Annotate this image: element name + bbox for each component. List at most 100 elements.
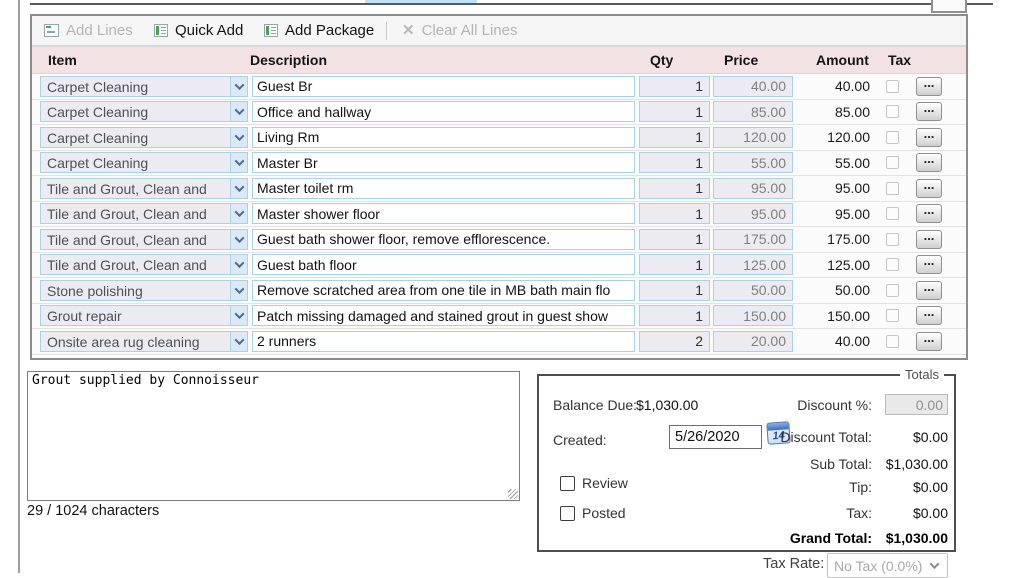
tax-checkbox[interactable] (886, 284, 899, 297)
price-input[interactable] (713, 127, 793, 148)
description-input[interactable] (252, 305, 635, 326)
price-input[interactable] (713, 203, 793, 224)
discount-total-value: $0.00 (872, 429, 948, 445)
row-options-button[interactable]: ... (916, 255, 942, 274)
item-dropdown-value: Onsite area rug cleaning (41, 332, 230, 351)
table-row: Onsite area rug cleaning 40.00 ... (32, 329, 966, 355)
tax-checkbox[interactable] (886, 80, 899, 93)
description-input[interactable] (252, 152, 635, 173)
discount-total-label: Discount Total: (712, 429, 872, 445)
description-input[interactable] (252, 229, 635, 250)
description-input[interactable] (252, 76, 635, 97)
tax-checkbox[interactable] (886, 131, 899, 144)
tax-checkbox[interactable] (886, 309, 899, 322)
add-package-button[interactable]: Add Package (264, 16, 374, 45)
qty-input[interactable] (639, 305, 710, 326)
qty-input[interactable] (639, 254, 710, 275)
table-row: Tile and Grout, Clean and 125.00 ... (32, 253, 966, 279)
chevron-down-icon (230, 230, 247, 249)
invoice-line-items-screen: Add Lines Quick Add Add Package ✕ Clear … (0, 0, 1032, 573)
tax-checkbox[interactable] (886, 258, 899, 271)
row-options-button[interactable]: ... (916, 77, 942, 96)
header-price: Price (724, 52, 758, 68)
item-dropdown[interactable]: Tile and Grout, Clean and (40, 203, 248, 224)
notes-textarea[interactable]: Grout supplied by Connoisseur (27, 371, 520, 501)
tax-checkbox[interactable] (886, 105, 899, 118)
price-input[interactable] (713, 178, 793, 199)
row-options-button[interactable]: ... (916, 204, 942, 223)
description-input[interactable] (252, 254, 635, 275)
item-dropdown[interactable]: Tile and Grout, Clean and (40, 229, 248, 250)
item-dropdown[interactable]: Carpet Cleaning (40, 152, 248, 173)
price-input[interactable] (713, 76, 793, 97)
qty-input[interactable] (639, 152, 710, 173)
row-options-button[interactable]: ... (916, 179, 942, 198)
row-options-button[interactable]: ... (916, 230, 942, 249)
description-input[interactable] (252, 101, 635, 122)
qty-input[interactable] (639, 331, 710, 352)
review-checkbox[interactable] (560, 476, 575, 491)
item-dropdown[interactable]: Tile and Grout, Clean and (40, 254, 248, 275)
price-input[interactable] (713, 305, 793, 326)
header-amount: Amount (816, 52, 869, 68)
posted-label: Posted (582, 505, 626, 521)
qty-input[interactable] (639, 101, 710, 122)
row-options-button[interactable]: ... (916, 332, 942, 351)
description-input[interactable] (252, 331, 635, 352)
amount-value: 120.00 (798, 129, 870, 145)
chevron-down-icon (230, 128, 247, 147)
description-input[interactable] (252, 203, 635, 224)
table-rows: Carpet Cleaning 40.00 ... Carpet Cleanin… (32, 74, 966, 355)
qty-input[interactable] (639, 203, 710, 224)
resize-handle[interactable] (508, 489, 518, 499)
item-dropdown[interactable]: Tile and Grout, Clean and (40, 178, 248, 199)
item-dropdown[interactable]: Carpet Cleaning (40, 127, 248, 148)
qty-input[interactable] (639, 127, 710, 148)
tax-checkbox[interactable] (886, 182, 899, 195)
amount-value: 95.00 (798, 206, 870, 222)
row-options-button[interactable]: ... (916, 128, 942, 147)
tax-checkbox[interactable] (886, 233, 899, 246)
item-dropdown-value: Carpet Cleaning (41, 77, 230, 96)
clear-all-lines-button[interactable]: ✕ Clear All Lines (402, 16, 517, 45)
add-lines-button[interactable]: Add Lines (44, 16, 133, 45)
item-dropdown[interactable]: Carpet Cleaning (40, 101, 248, 122)
tax-rate-value: No Tax (0.0%) (828, 558, 931, 574)
price-input[interactable] (713, 152, 793, 173)
item-dropdown[interactable]: Stone polishing (40, 280, 248, 301)
tax-checkbox[interactable] (886, 156, 899, 169)
item-dropdown[interactable]: Onsite area rug cleaning (40, 331, 248, 352)
tax-checkbox[interactable] (886, 207, 899, 220)
price-input[interactable] (713, 331, 793, 352)
table-row: Carpet Cleaning 40.00 ... (32, 74, 966, 100)
item-dropdown[interactable]: Grout repair (40, 305, 248, 326)
item-dropdown[interactable]: Carpet Cleaning (40, 76, 248, 97)
amount-value: 55.00 (798, 155, 870, 171)
tax-checkbox[interactable] (886, 335, 899, 348)
amount-value: 150.00 (798, 308, 870, 324)
price-input[interactable] (713, 229, 793, 250)
posted-checkbox[interactable] (560, 506, 575, 521)
price-input[interactable] (713, 280, 793, 301)
qty-input[interactable] (639, 76, 710, 97)
grid-header-row: Item Description Qty Price Amount Tax (32, 47, 966, 74)
clear-all-label: Clear All Lines (422, 22, 518, 39)
description-input[interactable] (252, 178, 635, 199)
qty-input[interactable] (639, 229, 710, 250)
row-options-button[interactable]: ... (916, 102, 942, 121)
row-options-button[interactable]: ... (916, 281, 942, 300)
row-options-button[interactable]: ... (916, 153, 942, 172)
qty-input[interactable] (639, 280, 710, 301)
description-input[interactable] (252, 280, 635, 301)
qty-input[interactable] (639, 178, 710, 199)
row-options-button[interactable]: ... (916, 306, 942, 325)
price-input[interactable] (713, 101, 793, 122)
item-dropdown-value: Tile and Grout, Clean and (41, 204, 230, 223)
description-input[interactable] (252, 127, 635, 148)
add-package-label: Add Package (285, 22, 374, 39)
tax-rate-dropdown[interactable]: No Tax (0.0%) (827, 553, 948, 578)
discount-pct-input[interactable] (885, 394, 948, 415)
quick-add-button[interactable]: Quick Add (154, 16, 243, 45)
chevron-down-icon (230, 255, 247, 274)
price-input[interactable] (713, 254, 793, 275)
